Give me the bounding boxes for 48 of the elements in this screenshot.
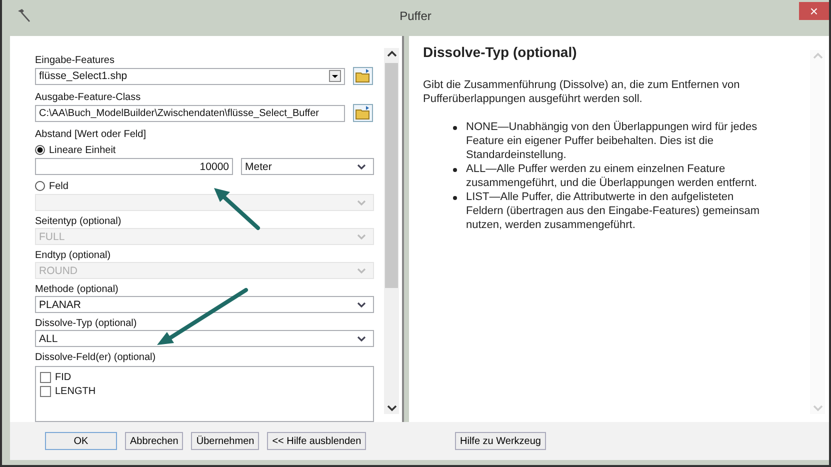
field-label: Eingabe-Features [35, 54, 116, 67]
window-title: Puffer [400, 9, 432, 23]
dialog-button[interactable]: Übernehmen [191, 432, 260, 450]
bullet-icon [453, 168, 457, 172]
output-path-field[interactable]: C:\AA\Buch_ModelBuilder\Zwischendaten\flüsse_Select_Buffer [35, 104, 345, 122]
scrollbar[interactable] [384, 48, 399, 414]
help-paragraph: Gibt die Zusammenführung (Dissolve) an, die zum Entfernen von Pufferüberlappungen ausgeführt werden soll. [423, 78, 741, 106]
radio-option[interactable]: Feld [35, 179, 378, 193]
chevron-icon [357, 336, 366, 342]
scroll-up-icon[interactable] [386, 50, 396, 57]
checkbox-option[interactable]: FID [40, 370, 369, 384]
scroll-down-icon[interactable] [386, 405, 396, 412]
dropdown[interactable]: PLANAR [35, 296, 374, 313]
field-label: Endtyp (optional) [35, 249, 112, 262]
help-bullet: LIST—Alle Puffer, die Attributwerte in den aufgelisteten Feldern (übertragen aus den Eingabe-Features) gemeinsam nutzen, werden zusammengeführt. [466, 190, 760, 232]
tool-help-button[interactable]: Hilfe zu Werkzeug [455, 432, 546, 450]
field-label: Dissolve-Typ (optional) [35, 317, 138, 330]
chevron-icon [357, 234, 366, 240]
unit-dropdown[interactable]: Meter [241, 158, 374, 175]
field-label: Methode (optional) [35, 283, 120, 296]
checkbox-option[interactable]: LENGTH [40, 384, 369, 398]
chevron-icon [357, 302, 366, 308]
distance-field[interactable]: 10000 [35, 158, 233, 175]
field-label: Abstand [Wert oder Feld] [35, 128, 147, 141]
close-button[interactable]: × [799, 2, 829, 20]
dialog-button[interactable]: << Hilfe ausblenden [267, 432, 366, 450]
help-bullet: ALL—Alle Puffer werden zu einem einzelnen Feature zusammengeführt, und die Überlappungen werden entfernt. [466, 162, 758, 190]
arrow-drawing [214, 188, 260, 230]
scroll-thumb[interactable] [385, 63, 398, 288]
input-features-dropdown[interactable]: flüsse_Select1.shp [35, 68, 345, 84]
folder-icon[interactable] [353, 67, 373, 85]
bullet-icon [453, 196, 457, 200]
hammer-icon [16, 9, 32, 23]
dropdown[interactable]: ALL [35, 330, 374, 347]
field-label: Dissolve-Feld(er) (optional) [35, 351, 157, 364]
field-dropdown[interactable] [35, 194, 374, 211]
chevron-icon [357, 268, 366, 274]
bullet-icon [453, 126, 457, 130]
help-title: Dissolve-Typ (optional) [423, 44, 578, 60]
field-label: Ausgabe-Feature-Class [35, 91, 142, 104]
radio-option[interactable]: Lineare Einheit [35, 143, 378, 157]
dialog-button[interactable]: OK [45, 432, 117, 450]
help-bullet: NONE—Unabhängig von den Überlappungen wird für jedes Feature ein eigener Puffer beibehalten. Dies ist die Standardeinstellung. [466, 120, 758, 162]
chevron-icon [357, 200, 366, 206]
folder-icon[interactable] [353, 104, 373, 122]
dialog-button[interactable]: Abbrechen [125, 432, 184, 450]
chevron-icon [357, 164, 366, 170]
field-label: Seitentyp (optional) [35, 215, 122, 228]
